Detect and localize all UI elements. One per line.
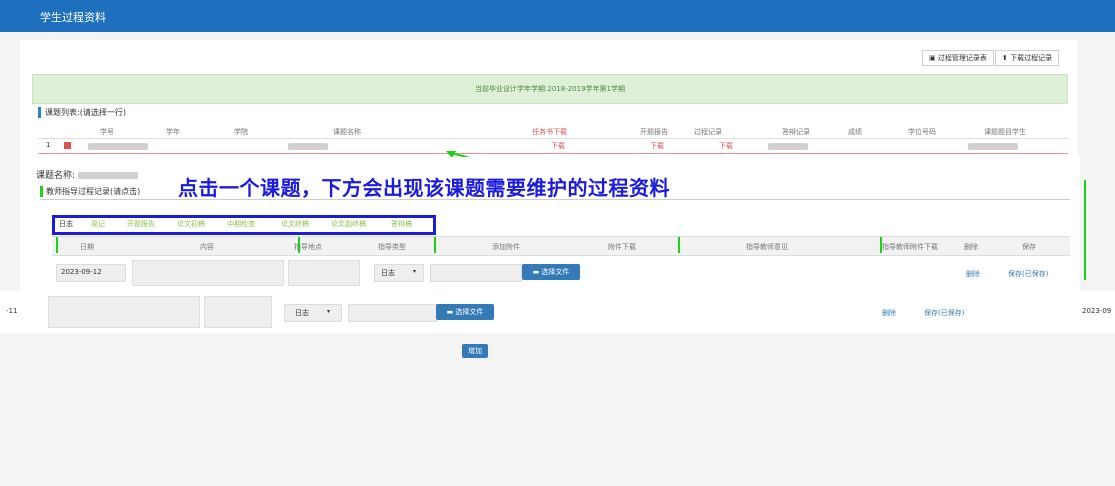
semester-banner: 当前毕业设计学年学期:2018-2019学年第1学期 (32, 74, 1068, 104)
tab-final[interactable]: 论文终稿 (281, 219, 309, 229)
blurred-topic (288, 143, 328, 150)
tab-draft[interactable]: 论文初稿 (177, 219, 205, 229)
col-attachment: 添加附件 (492, 243, 520, 251)
grid-row-1: 2023-09-12 日志 ▾ ▬ 选择文件 删除 保存(已保存) (52, 258, 1070, 288)
task-download-link[interactable]: 下载 (551, 141, 565, 151)
col-type: 指导类型 (378, 243, 406, 251)
app-title: 学生过程资料 (40, 11, 106, 24)
tab-weekly[interactable]: 周记 (91, 219, 105, 229)
location-input-2[interactable] (204, 296, 272, 328)
topic-list-header: 学号 学年 学院 课题名称 任务书下载 开题报告 过程记录 答辩记录 成绩 学位… (38, 124, 1068, 139)
file-path-input-2[interactable] (348, 304, 438, 322)
download-record-button[interactable]: ⬆ 下载过程记录 (995, 50, 1060, 66)
date-input[interactable]: 2023-09-12 (56, 264, 126, 282)
blurred-student-id (88, 143, 148, 150)
record-table-button[interactable]: ▣ 过程管理记录表 (922, 50, 994, 66)
green-marker (1084, 180, 1086, 280)
tabs-bar: 日志 周记 开题报告 论文初稿 中期检查 论文终稿 论文副终稿 答辩稿 (52, 215, 436, 235)
save-link[interactable]: 保存(已保存) (1008, 269, 1048, 279)
grid-header: 日期 内容 指导地点 指导类型 添加附件 附件下载 指导教师意见 指导教师附件下… (52, 236, 1070, 256)
date-value-right: 2023-09 (1082, 307, 1112, 315)
date-value-left: -11 (6, 307, 18, 315)
col-student-id: 学号 (100, 128, 114, 136)
date-value: 2023-09-12 (61, 268, 102, 276)
select-file-button-2[interactable]: ▬ 选择文件 (436, 304, 494, 320)
select-file-label: 选择文件 (541, 268, 570, 276)
topic-name-label: 课题名称: (36, 168, 138, 181)
content-textarea-2[interactable] (48, 296, 200, 328)
green-marker (434, 237, 436, 253)
tab-defense[interactable]: 答辩稿 (391, 219, 412, 229)
topic-name-text: 课题名称: (36, 171, 76, 181)
blurred-student (968, 143, 1018, 150)
col-year: 学年 (166, 128, 180, 136)
blurred-topic-name (77, 172, 138, 179)
green-marker (56, 237, 58, 253)
tab-final-copy[interactable]: 论文副终稿 (331, 219, 366, 229)
content-textarea[interactable] (132, 260, 284, 286)
col-date: 日期 (80, 243, 94, 251)
print-icon: ▣ (929, 54, 938, 62)
type-value-2: 日志 (295, 309, 309, 317)
delete-link[interactable]: 删除 (966, 269, 980, 279)
col-topic-name: 课题名称 (333, 128, 361, 136)
download-icon: ⬆ (1002, 54, 1011, 62)
teacher-records-title[interactable]: 教师指导过程记录(请点击) (40, 186, 140, 197)
type-select[interactable]: 日志 ▾ (374, 264, 424, 282)
type-value: 日志 (381, 269, 395, 277)
col-teacher-opinion: 指导教师意见 (746, 243, 788, 251)
file-path-input[interactable] (430, 264, 522, 282)
col-score: 成绩 (848, 128, 862, 136)
col-delete: 删除 (964, 243, 978, 251)
col-task-download: 任务书下载 (532, 128, 567, 136)
add-button[interactable]: 增加 (462, 344, 488, 358)
select-file-button[interactable]: ▬ 选择文件 (522, 264, 580, 280)
tab-proposal[interactable]: 开题报告 (127, 219, 155, 229)
tab-midterm[interactable]: 中期检查 (227, 219, 255, 229)
proposal-download-link[interactable]: 下载 (650, 141, 664, 151)
col-teacher-attachment: 指导教师附件下载 (882, 243, 938, 251)
topic-list-title: 课题列表:(请选择一行) (38, 107, 126, 118)
process-download-link[interactable]: 下载 (719, 141, 733, 151)
annotation-text: 点击一个课题，下方会出现该课题需要维护的过程资料 (178, 176, 670, 200)
col-attachment-download: 附件下载 (608, 243, 636, 251)
col-college: 学院 (234, 128, 248, 136)
col-save: 保存 (1022, 243, 1036, 251)
topic-row-1[interactable]: 1 下载 下载 下载 (38, 139, 1068, 154)
chevron-down-icon: ▾ (327, 308, 331, 315)
select-file-label-2: 选择文件 (455, 308, 484, 316)
blurred-defense (768, 143, 808, 150)
row-checkbox[interactable] (64, 142, 71, 149)
location-input[interactable] (288, 260, 360, 286)
delete-link-2[interactable]: 删除 (882, 308, 896, 318)
col-topic-student: 课题题目学生 (984, 128, 1026, 136)
green-marker (298, 237, 300, 253)
top-bar: 学生过程资料 (0, 0, 1115, 32)
col-proposal: 开题报告 (640, 128, 668, 136)
type-select-2[interactable]: 日志 ▾ (284, 304, 342, 322)
col-process: 过程记录 (694, 128, 722, 136)
green-marker (678, 237, 680, 253)
row-index: 1 (46, 141, 51, 149)
chevron-down-icon: ▾ (413, 268, 417, 275)
tab-log[interactable]: 日志 (59, 219, 73, 229)
save-link-2[interactable]: 保存(已保存) (924, 308, 964, 318)
col-degree-no: 学位号码 (908, 128, 936, 136)
col-content: 内容 (200, 243, 214, 251)
col-defense: 答辩记录 (782, 128, 810, 136)
green-marker (880, 237, 882, 253)
